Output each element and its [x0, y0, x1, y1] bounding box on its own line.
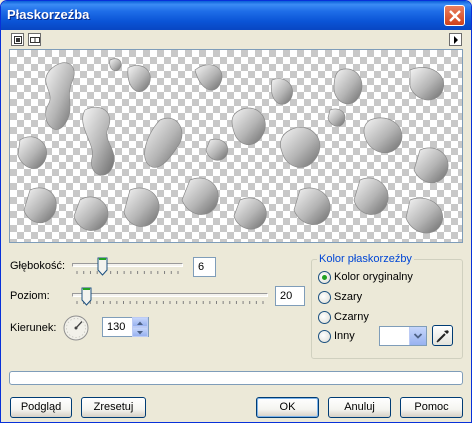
depth-slider-thumb[interactable]	[97, 257, 108, 276]
radio-black[interactable]	[318, 311, 331, 324]
split-view-icon	[30, 37, 40, 43]
eyedropper-button[interactable]	[432, 325, 453, 346]
radio-label-original-color[interactable]: Kolor oryginalny	[334, 271, 413, 283]
radio-label-black[interactable]: Czarny	[334, 311, 369, 323]
close-icon	[449, 10, 461, 22]
depth-slider-ticks	[76, 271, 179, 274]
emboss-preview-graphic	[17, 58, 449, 234]
depth-value-field[interactable]: 6	[193, 257, 216, 277]
preview-image[interactable]	[9, 49, 463, 243]
single-view-icon	[14, 36, 22, 44]
emboss-dialog: Płaskorzeźba Głębokość: 6 Poziom: 20 Kie…	[0, 0, 472, 423]
right-arrow-icon	[454, 36, 458, 44]
depth-label: Głębokość:	[10, 260, 66, 272]
radio-label-other[interactable]: Inny	[334, 330, 355, 342]
down-arrow-icon	[137, 331, 143, 335]
ok-button[interactable]: OK	[256, 397, 319, 418]
level-slider-thumb[interactable]	[81, 287, 92, 306]
level-slider-ticks	[76, 301, 264, 304]
radio-original-color[interactable]	[318, 271, 331, 284]
radio-gray[interactable]	[318, 291, 331, 304]
level-value-field[interactable]: 20	[275, 286, 305, 306]
preview-button[interactable]: Podgląd	[10, 397, 72, 418]
reset-button[interactable]: Zresetuj	[81, 397, 146, 418]
level-value: 20	[280, 290, 293, 302]
menu-arrow-button[interactable]	[449, 33, 462, 46]
radio-selected-dot	[322, 275, 327, 280]
angle-dial-icon[interactable]	[62, 314, 90, 342]
eyedropper-icon	[436, 330, 449, 343]
custom-color-dropdown[interactable]	[379, 326, 427, 346]
help-button[interactable]: Pomoc	[400, 397, 463, 418]
radio-label-gray[interactable]: Szary	[334, 291, 362, 303]
window-title: Płaskorzeźba	[7, 7, 90, 22]
radio-other[interactable]	[318, 330, 331, 343]
up-arrow-icon	[137, 321, 143, 325]
level-slider-track[interactable]	[72, 293, 268, 297]
single-view-button[interactable]	[11, 33, 24, 46]
depth-value: 6	[198, 261, 205, 273]
dropdown-button[interactable]	[409, 327, 426, 345]
title-bar[interactable]: Płaskorzeźba	[1, 1, 471, 30]
cancel-button[interactable]: Anuluj	[328, 397, 391, 418]
split-view-button[interactable]	[28, 33, 41, 46]
direction-label: Kierunek:	[10, 322, 57, 334]
depth-slider-track[interactable]	[72, 263, 183, 267]
emboss-color-group-title: Kolor płaskorzeźby	[317, 253, 414, 265]
spin-down-button[interactable]	[132, 327, 148, 337]
direction-spinner[interactable]	[132, 317, 148, 337]
direction-value: 130	[107, 321, 126, 333]
chevron-down-icon	[413, 333, 423, 339]
level-label: Poziom:	[10, 290, 50, 302]
spin-up-button[interactable]	[132, 317, 148, 327]
progress-bar	[9, 371, 463, 385]
close-button[interactable]	[444, 5, 465, 26]
